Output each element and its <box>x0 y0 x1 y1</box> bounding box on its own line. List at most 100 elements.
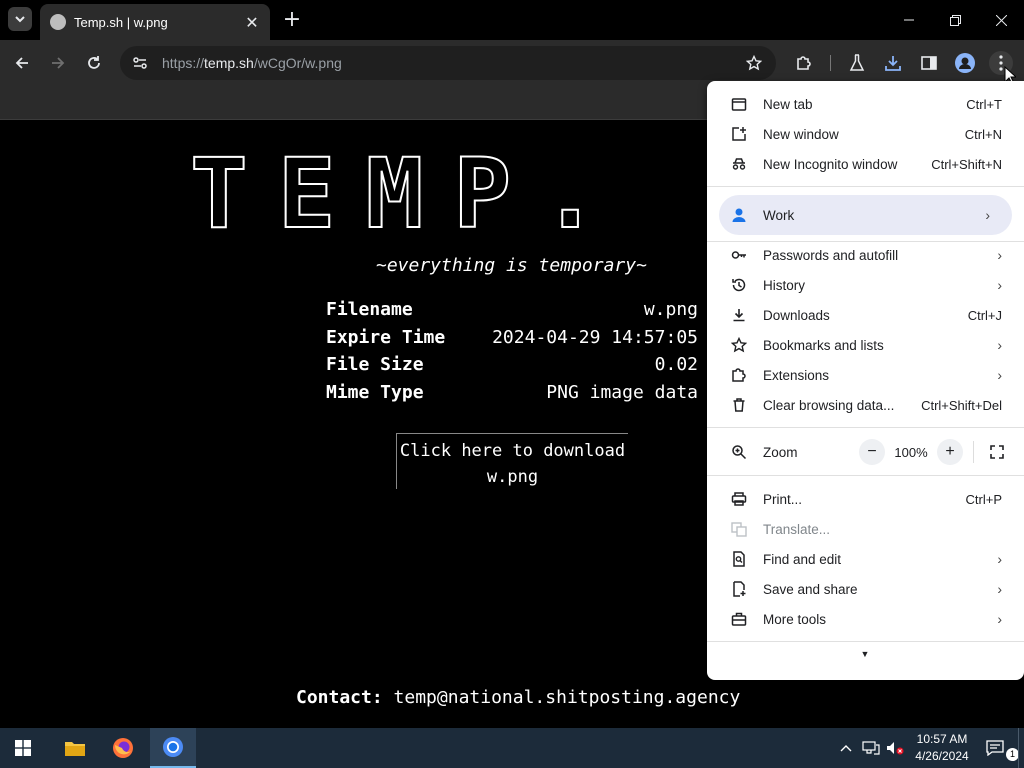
chevron-right-icon: › <box>997 611 1002 627</box>
bookmark-star-icon[interactable] <box>746 55 762 71</box>
profile-button[interactable] <box>953 51 977 75</box>
download-icon <box>731 307 747 323</box>
side-panel-icon <box>921 56 937 70</box>
menu-new-tab[interactable]: New tab Ctrl+T <box>707 89 1024 119</box>
menu-translate: Translate... <box>707 514 1024 544</box>
show-desktop-button[interactable] <box>1018 728 1024 768</box>
address-bar[interactable]: https://temp.sh/wCgOr/w.png <box>120 46 776 80</box>
fullscreen-button[interactable] <box>984 439 1010 465</box>
reload-button[interactable] <box>82 51 106 75</box>
back-button[interactable] <box>10 51 34 75</box>
download-link[interactable]: Click here to download w.png <box>396 433 628 489</box>
menu-extensions[interactable]: Extensions › <box>707 360 1024 390</box>
menu-new-window[interactable]: New window Ctrl+N <box>707 119 1024 149</box>
menu-new-incognito[interactable]: New Incognito window Ctrl+Shift+N <box>707 149 1024 179</box>
temp-sh-logo: TEMP. <box>189 145 629 243</box>
menu-expand-chevron-icon[interactable]: ▼ <box>857 649 873 665</box>
restore-button[interactable] <box>932 0 978 40</box>
notification-icon <box>986 740 1004 756</box>
forward-button[interactable] <box>46 51 70 75</box>
flask-icon <box>849 54 865 71</box>
tab-search-button[interactable] <box>8 7 32 31</box>
download-icon <box>885 56 901 71</box>
tab-close-icon[interactable]: ✕ <box>244 13 260 32</box>
toolbar-divider <box>830 55 831 71</box>
speaker-muted-icon <box>887 742 904 755</box>
extensions-button[interactable] <box>792 51 816 75</box>
menu-separator <box>707 641 1024 642</box>
tray-expand-button[interactable] <box>836 728 856 768</box>
kebab-menu-icon <box>999 55 1003 71</box>
labs-button[interactable] <box>845 51 869 75</box>
info-row-size: File Size 0.02 <box>326 354 698 375</box>
menu-find-and-edit[interactable]: Find and edit › <box>707 544 1024 574</box>
clock-time: 10:57 AM <box>916 732 968 746</box>
history-icon <box>731 277 747 293</box>
info-row-filename: Filename w.png <box>326 299 698 320</box>
menu-bookmarks[interactable]: Bookmarks and lists › <box>707 330 1024 360</box>
menu-clear-browsing-data[interactable]: Clear browsing data... Ctrl+Shift+Del <box>707 390 1024 420</box>
tagline: ~everything is temporary~ <box>376 255 647 276</box>
restore-icon <box>949 14 961 26</box>
close-icon <box>995 14 1007 26</box>
menu-profile-work[interactable]: Work › <box>719 195 1012 235</box>
incognito-icon <box>731 156 747 172</box>
browser-tab[interactable]: Temp.sh | w.png ✕ <box>40 4 270 40</box>
zoom-level: 100% <box>894 444 928 460</box>
menu-separator <box>707 427 1024 428</box>
avatar-icon <box>955 53 975 73</box>
chevron-right-icon: › <box>997 551 1002 567</box>
clock-date: 4/26/2024 <box>915 749 969 763</box>
menu-passwords[interactable]: Passwords and autofill › <box>707 240 1024 270</box>
menu-downloads[interactable]: Downloads Ctrl+J <box>707 300 1024 330</box>
new-tab-icon <box>731 96 747 112</box>
site-settings-icon[interactable] <box>132 55 148 71</box>
arrow-right-icon <box>52 57 65 69</box>
downloads-button[interactable] <box>881 51 905 75</box>
taskbar-clock[interactable]: 10:57 AM 4/26/2024 <box>910 731 974 765</box>
minimize-button[interactable] <box>886 0 932 40</box>
tray-network[interactable] <box>860 728 882 768</box>
menu-print[interactable]: Print... Ctrl+P <box>707 484 1024 514</box>
tray-volume[interactable] <box>884 728 906 768</box>
contact-email-link[interactable]: temp@national.shitposting.agency <box>394 687 741 708</box>
puzzle-icon <box>797 56 811 70</box>
taskbar-firefox[interactable] <box>100 728 146 768</box>
taskbar-chrome[interactable] <box>150 728 196 768</box>
file-info-table: Filename w.png Expire Time 2024-04-29 14… <box>326 299 698 409</box>
info-row-mime: Mime Type PNG image data <box>326 381 698 403</box>
menu-save-and-share[interactable]: Save and share › <box>707 574 1024 604</box>
tab-title: Temp.sh | w.png <box>74 14 168 30</box>
side-panel-button[interactable] <box>917 51 941 75</box>
zoom-icon <box>731 444 747 460</box>
url-text: https://temp.sh/wCgOr/w.png <box>162 55 342 71</box>
zoom-divider <box>973 441 974 463</box>
key-icon <box>731 247 747 263</box>
close-window-button[interactable] <box>978 0 1024 40</box>
chevron-right-icon: › <box>997 337 1002 353</box>
toolbox-icon <box>731 611 747 627</box>
windows-logo-icon <box>15 740 31 756</box>
menu-separator <box>707 475 1024 476</box>
new-tab-button[interactable]: + <box>282 8 302 32</box>
printer-icon <box>731 491 747 507</box>
fullscreen-icon <box>990 445 1004 459</box>
translate-icon <box>731 521 747 537</box>
taskbar-file-explorer[interactable] <box>52 728 98 768</box>
new-window-icon <box>731 126 747 142</box>
globe-icon <box>50 14 66 30</box>
zoom-out-button[interactable]: − <box>859 439 885 465</box>
network-icon <box>862 741 880 755</box>
action-center-button[interactable] <box>980 728 1010 768</box>
trash-icon <box>731 397 747 413</box>
start-button[interactable] <box>0 728 46 768</box>
zoom-in-button[interactable]: + <box>937 439 963 465</box>
windows-taskbar: 10:57 AM 4/26/2024 1 <box>0 728 1024 768</box>
tab-strip: Temp.sh | w.png ✕ + <box>0 0 1024 40</box>
menu-history[interactable]: History › <box>707 270 1024 300</box>
chevron-right-icon: › <box>997 367 1002 383</box>
chrome-main-menu: New tab Ctrl+T New window Ctrl+N New Inc… <box>707 81 1024 680</box>
chevron-up-icon <box>840 745 852 752</box>
browser-toolbar: https://temp.sh/wCgOr/w.png <box>0 40 1024 86</box>
menu-more-tools[interactable]: More tools › <box>707 604 1024 634</box>
